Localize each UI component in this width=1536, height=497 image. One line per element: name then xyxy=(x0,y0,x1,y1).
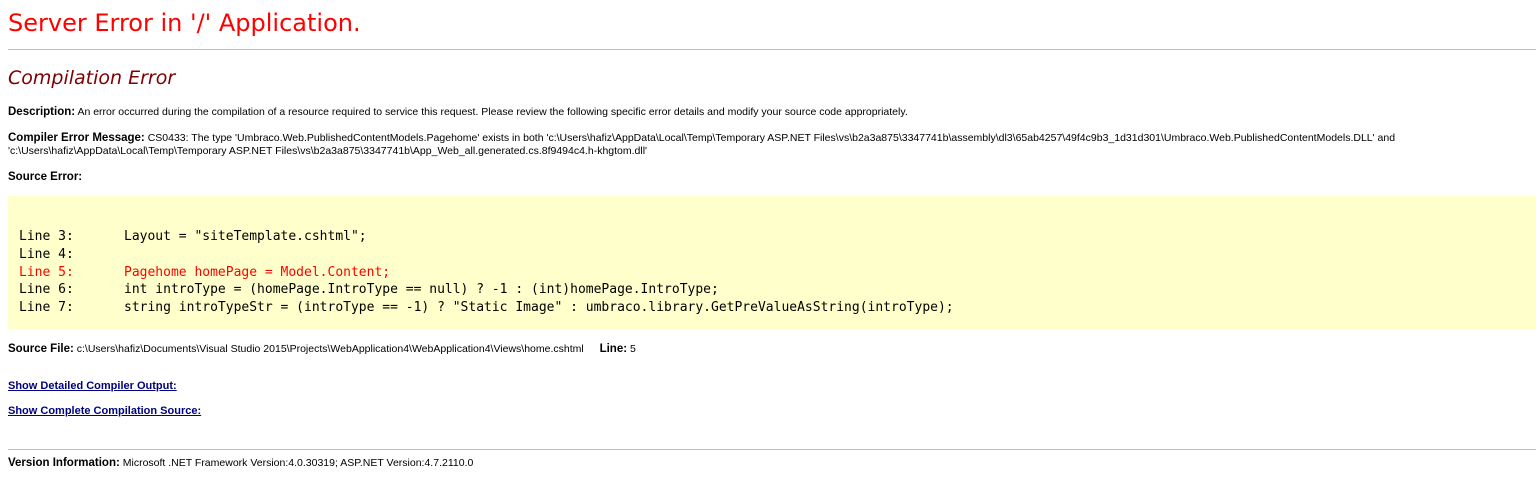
line-number: Line 5: xyxy=(19,264,74,280)
source-file-path: c:\Users\hafiz\Documents\Visual Studio 2… xyxy=(76,343,584,355)
page-title: Server Error in '/' Application. xyxy=(8,9,361,37)
line-code: Pagehome homePage = Model.Content; xyxy=(124,264,391,280)
code-line-3: Line 3: Layout = "siteTemplate.cshtml"; xyxy=(19,228,1536,246)
line-code: int introType = (homePage.IntroType == n… xyxy=(124,282,719,298)
version-information: Version Information: Microsoft .NET Fram… xyxy=(8,457,1508,470)
code-line-7: Line 7: string introTypeStr = (introType … xyxy=(19,299,1536,317)
code-line-4: Line 4: xyxy=(19,246,1536,264)
description-label: Description: xyxy=(8,106,76,118)
description-text: An error occurred during the compilation… xyxy=(77,106,908,118)
version-label: Version Information: xyxy=(8,457,120,469)
compiler-message-text: CS0433: The type 'Umbraco.Web.PublishedC… xyxy=(8,132,1396,157)
code-line-6: Line 6: int introType = (homePage.IntroTy… xyxy=(19,281,1536,299)
line-code: string introTypeStr = (introType == -1) … xyxy=(124,300,954,316)
top-divider xyxy=(8,49,1536,50)
description: Description: An error occurred during th… xyxy=(8,106,1508,119)
line-number: Line 7: xyxy=(19,300,74,316)
show-complete-compilation-source-link[interactable]: Show Complete Compilation Source: xyxy=(8,405,201,417)
line-code: Layout = "siteTemplate.cshtml"; xyxy=(124,229,367,244)
compiler-message-label: Compiler Error Message: xyxy=(8,132,145,144)
version-text: Microsoft .NET Framework Version:4.0.303… xyxy=(122,457,474,469)
bottom-divider xyxy=(8,449,1536,450)
source-code-block: Line 3: Layout = "siteTemplate.cshtml"; L… xyxy=(8,196,1536,329)
show-detailed-compiler-output-link[interactable]: Show Detailed Compiler Output: xyxy=(8,380,177,392)
line-number: Line 3: xyxy=(19,229,74,244)
line-number: Line 6: xyxy=(19,282,74,298)
line-number: Line 4: xyxy=(19,246,74,262)
source-file: Source File: c:\Users\hafiz\Documents\Vi… xyxy=(8,343,1508,356)
code-line-5-highlighted: Line 5: Pagehome homePage = Model.Content… xyxy=(19,264,1536,282)
error-heading: Compilation Error xyxy=(8,67,176,89)
compiler-error-message: Compiler Error Message: CS0433: The type… xyxy=(8,132,1513,158)
source-line-label: Line: xyxy=(599,343,628,355)
source-error: Source Error: xyxy=(8,171,1508,184)
source-error-label: Source Error: xyxy=(8,171,83,183)
source-file-label: Source File: xyxy=(8,343,74,355)
error-page: Server Error in '/' Application. Compila… xyxy=(0,0,1536,497)
source-line-value: 5 xyxy=(629,343,636,355)
